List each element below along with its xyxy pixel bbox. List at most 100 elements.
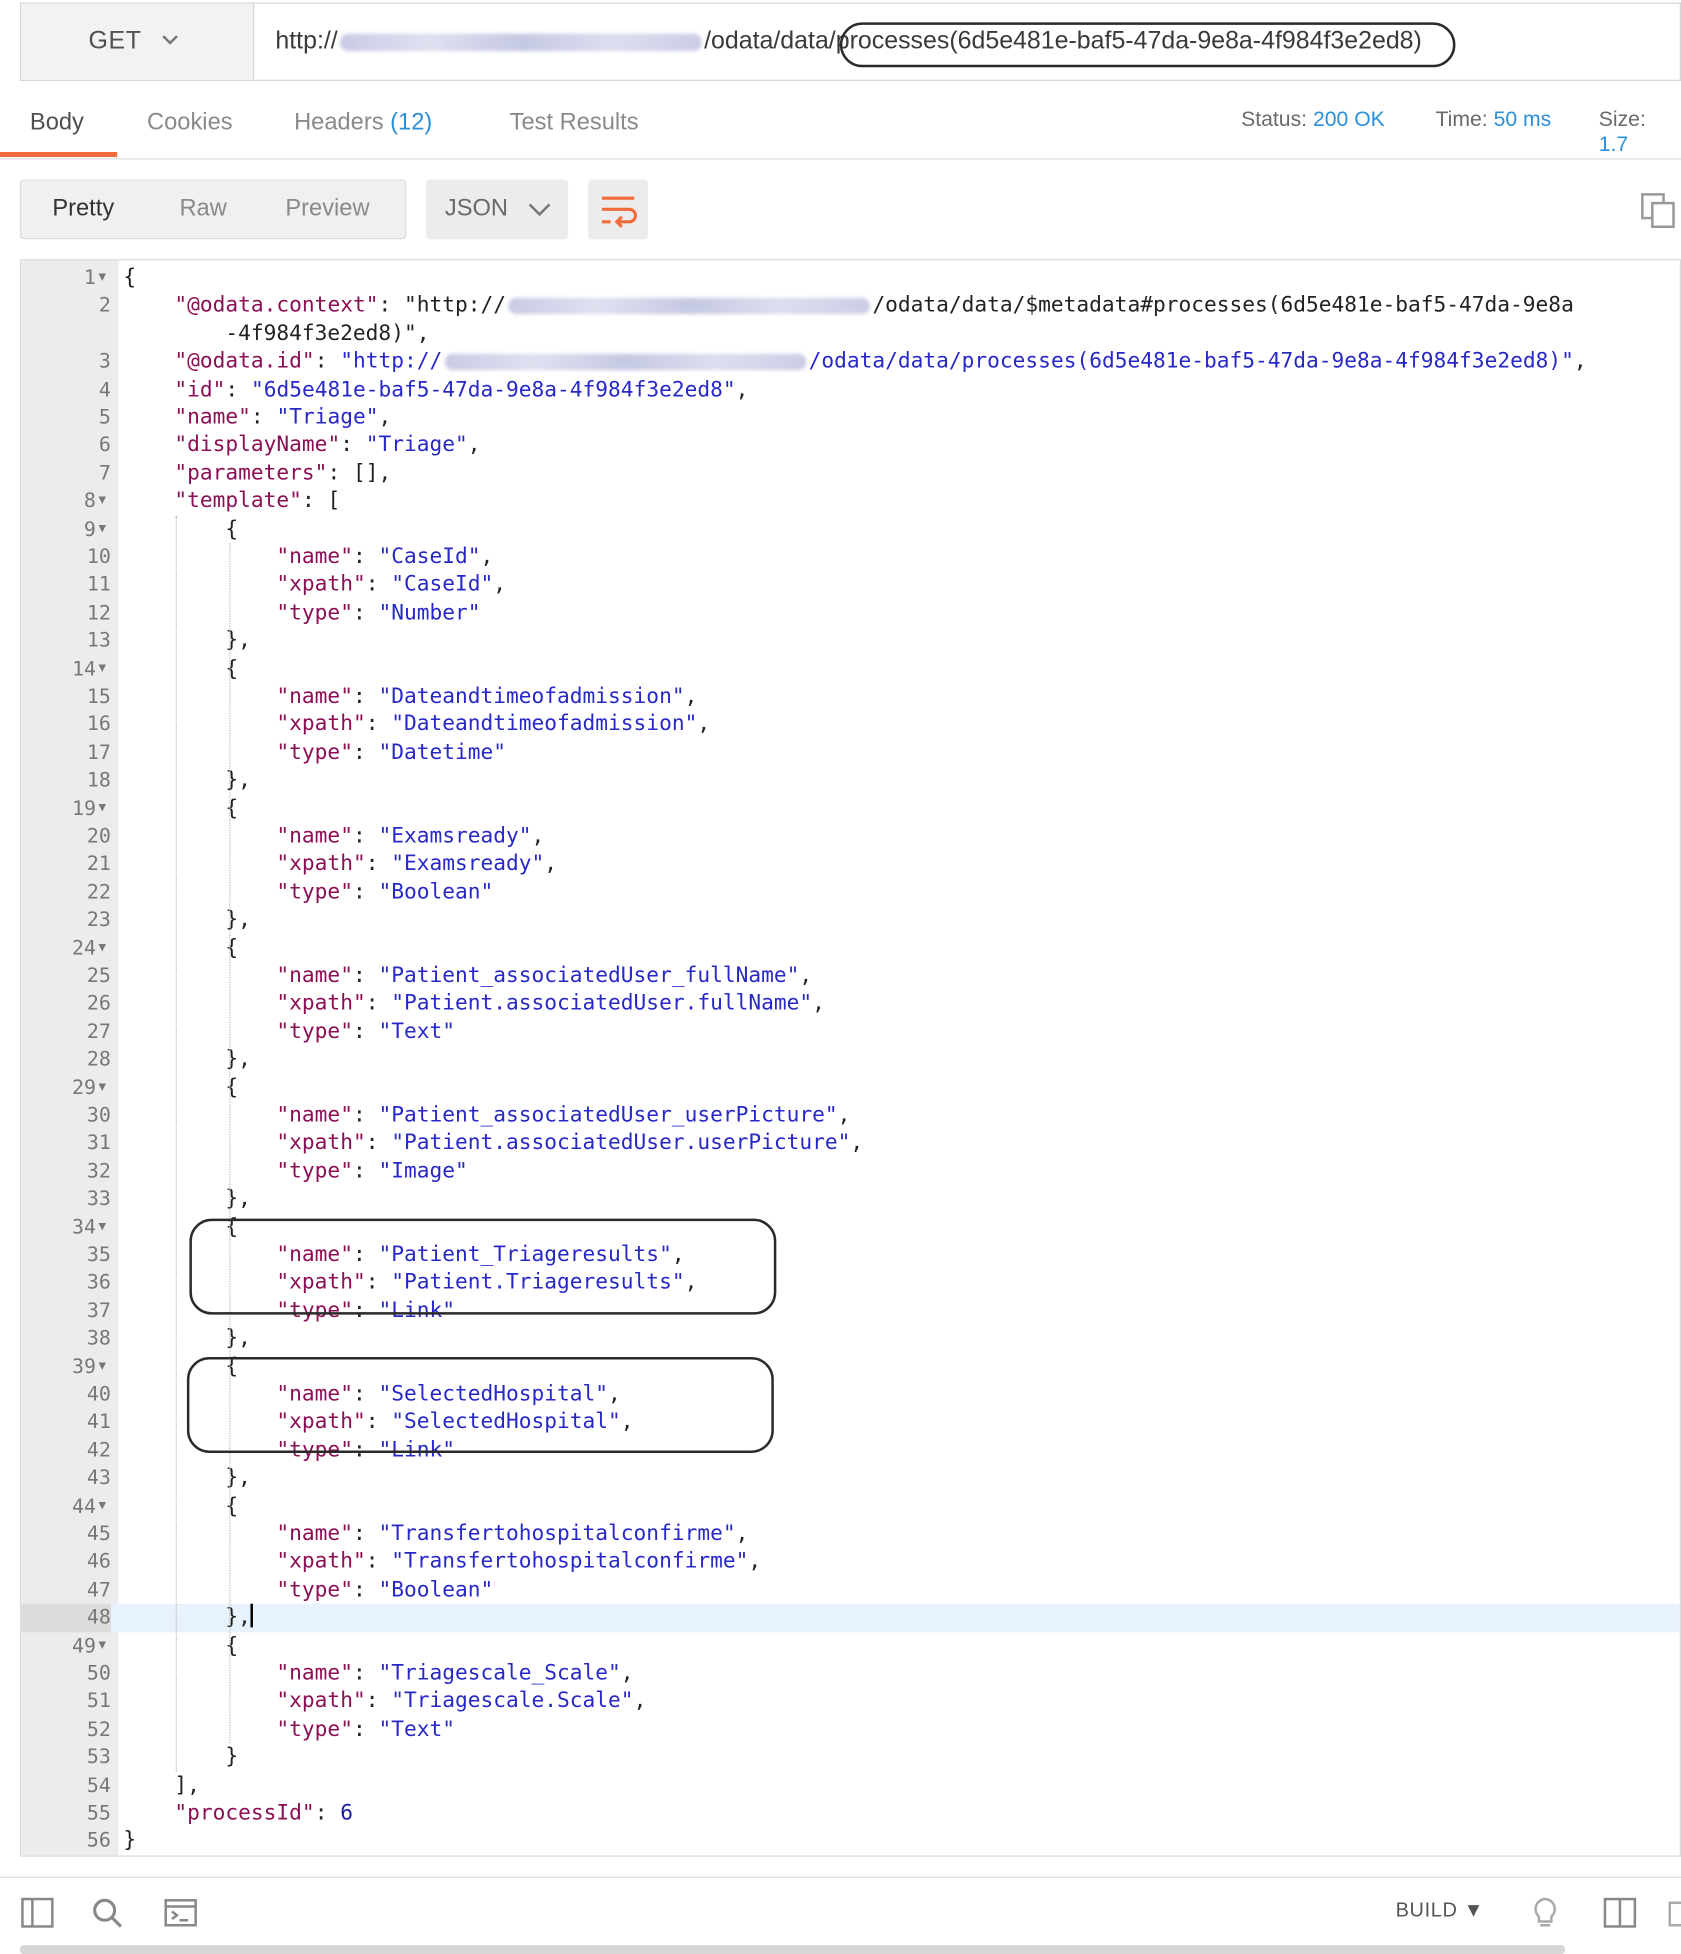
fold-toggle-icon[interactable]: ▼	[98, 515, 106, 543]
code-line: 4 "id": "6d5e481e-baf5-47da-9e8a-4f984f3…	[21, 376, 1680, 404]
line-number: 47	[86, 1577, 111, 1601]
pretty-button[interactable]: Pretty	[52, 196, 114, 223]
fold-toggle-icon[interactable]: ▼	[98, 1632, 106, 1660]
fold-toggle-icon[interactable]: ▼	[98, 1492, 106, 1520]
line-number: 53	[86, 1744, 111, 1769]
code-text: },	[123, 1603, 254, 1632]
code-line: 29 ▼ {	[21, 1074, 1680, 1102]
line-number: 45	[86, 1521, 111, 1546]
build-label: BUILD	[1395, 1900, 1458, 1922]
chevron-down-icon	[528, 203, 551, 217]
fold-toggle-icon[interactable]: ▼	[98, 1213, 106, 1241]
tab-cookies[interactable]: Cookies	[147, 110, 233, 137]
code-text: "xpath": "Triagescale.Scale",	[276, 1688, 647, 1714]
line-number: 23	[86, 907, 111, 932]
code-line: 38 },	[21, 1325, 1680, 1353]
line-number: 34	[71, 1214, 96, 1239]
raw-button[interactable]: Raw	[179, 196, 226, 223]
fold-toggle-icon[interactable]: ▼	[98, 264, 106, 292]
size-info: Size: 1.7	[1599, 107, 1681, 157]
tab-test-results[interactable]: Test Results	[510, 110, 639, 137]
code-line: 1 ▼ {	[21, 264, 1680, 292]
code-line: 5 "name": "Triage",	[21, 404, 1680, 432]
code-text: "@odata.context": "http:///odata/data/$m…	[174, 293, 1574, 319]
format-select[interactable]: JSON	[426, 179, 569, 240]
code-line: 11 "xpath": "CaseId",	[21, 571, 1680, 599]
code-line: 20 "name": "Examsready",	[21, 822, 1680, 850]
line-number: 51	[86, 1688, 111, 1713]
code-text: },	[123, 1326, 251, 1352]
line-number: 7	[98, 460, 111, 485]
line-number: 24	[71, 935, 96, 959]
fold-toggle-icon[interactable]: ▼	[98, 655, 106, 683]
line-number: 22	[86, 879, 111, 904]
copy-icon[interactable]	[1640, 192, 1677, 229]
code-line: 10 "name": "CaseId",	[21, 543, 1680, 571]
tab-headers-label: Headers	[294, 109, 384, 136]
line-number: 21	[86, 851, 111, 876]
code-line: 50 "name": "Triagescale_Scale",	[21, 1660, 1680, 1688]
preview-button[interactable]: Preview	[285, 196, 369, 223]
sidebar-toggle-icon[interactable]	[20, 1895, 55, 1930]
code-text: "xpath": "Patient.associatedUser.userPic…	[276, 1130, 864, 1156]
code-text: "xpath": "CaseId",	[276, 572, 507, 598]
response-tabs: Body Cookies Headers (12) Test Results	[0, 100, 1681, 160]
line-number: 27	[86, 1019, 111, 1043]
line-number: 54	[86, 1772, 111, 1797]
more-icon[interactable]	[1667, 1895, 1681, 1930]
code-text: "name": "Transfertohospitalconfirme",	[276, 1521, 749, 1547]
wrap-lines-button[interactable]	[588, 179, 648, 240]
annotation-circle	[839, 22, 1456, 68]
code-text: {	[123, 656, 239, 682]
fold-toggle-icon[interactable]: ▼	[98, 795, 106, 823]
status-bar: BUILD ▼	[0, 1876, 1681, 1947]
code-line: 44 ▼ {	[21, 1492, 1680, 1520]
tab-body[interactable]: Body	[30, 110, 84, 137]
tab-headers[interactable]: Headers (12)	[294, 110, 432, 137]
code-text: "name": "Triage",	[174, 404, 392, 430]
code-text: "displayName": "Triage",	[174, 432, 481, 458]
lightbulb-icon[interactable]	[1528, 1895, 1563, 1930]
line-number: 26	[86, 991, 111, 1015]
code-text: "name": "Patient_associatedUser_userPict…	[276, 1102, 851, 1128]
code-text: {	[123, 1493, 239, 1519]
code-line: 51 "xpath": "Triagescale.Scale",	[21, 1688, 1680, 1716]
code-line: 15 "name": "Dateandtimeofadmission",	[21, 683, 1680, 711]
code-line: 24 ▼ {	[21, 934, 1680, 962]
code-line: 43 },	[21, 1464, 1680, 1492]
code-line: 48 },	[21, 1603, 1680, 1632]
fold-toggle-icon[interactable]: ▼	[98, 487, 106, 515]
horizontal-scrollbar[interactable]	[19, 1945, 1566, 1954]
code-text: "xpath": "Transfertohospitalconfirme",	[276, 1549, 762, 1575]
two-pane-icon[interactable]	[1602, 1895, 1637, 1930]
view-mode-toggle: Pretty Raw Preview	[19, 179, 407, 240]
active-tab-indicator	[0, 152, 118, 158]
method-select[interactable]: GET	[21, 3, 255, 80]
fold-toggle-icon[interactable]: ▼	[98, 934, 106, 962]
line-number: 17	[86, 739, 111, 764]
code-line: 54 ],	[21, 1771, 1680, 1799]
fold-toggle-icon[interactable]: ▼	[98, 1074, 106, 1102]
build-menu[interactable]: BUILD ▼	[1396, 1900, 1484, 1922]
code-text: },	[123, 907, 251, 933]
code-line: 46 "xpath": "Transfertohospitalconfirme"…	[21, 1548, 1680, 1576]
console-icon[interactable]	[163, 1895, 198, 1930]
code-text: },	[123, 767, 251, 793]
status-value: 200 OK	[1312, 107, 1385, 131]
code-text: "xpath": "Examsready",	[276, 851, 558, 877]
line-number: 38	[86, 1326, 111, 1350]
line-number: 50	[86, 1661, 111, 1685]
search-icon[interactable]	[90, 1895, 125, 1930]
response-body-editor[interactable]: 1 ▼{2 "@odata.context": "http:///odata/da…	[19, 259, 1681, 1857]
chevron-down-icon	[161, 35, 178, 45]
code-line: 17 "type": "Datetime"	[21, 739, 1680, 767]
annotation-box	[186, 1356, 774, 1453]
line-number: 3	[98, 349, 111, 373]
code-text: "type": "Text"	[276, 1716, 456, 1742]
line-number: 36	[86, 1270, 111, 1294]
code-line: 9 ▼ {	[21, 515, 1680, 543]
code-line: 13 },	[21, 627, 1680, 655]
fold-toggle-icon[interactable]: ▼	[98, 1353, 106, 1381]
code-text: "name": "Patient_associatedUser_fullName…	[276, 963, 813, 989]
code-line: 27 "type": "Text"	[21, 1018, 1680, 1046]
